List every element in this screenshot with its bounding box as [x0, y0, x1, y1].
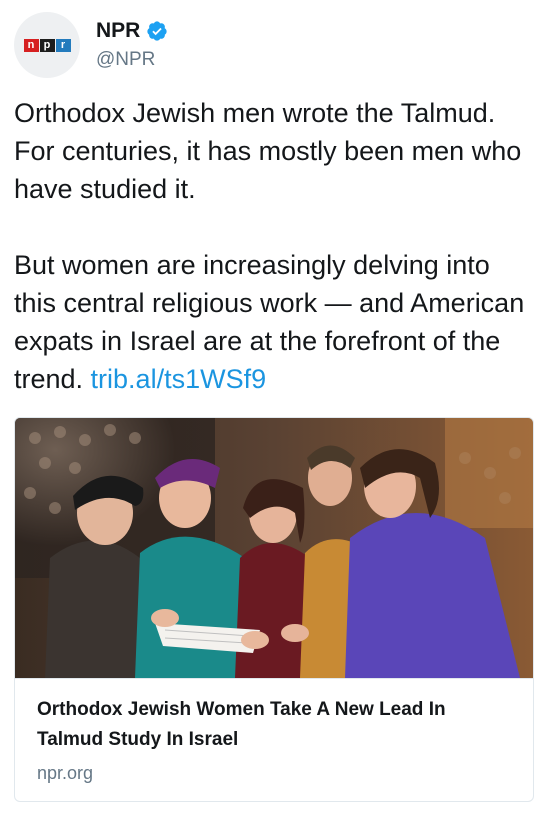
card-domain: npr.org: [37, 763, 94, 783]
tweet: n p r NPR @NPR Orthodox Jewish men wrote…: [0, 0, 548, 814]
npr-logo-letter: n: [23, 38, 39, 52]
tweet-text: Orthodox Jewish men wrote the Talmud. Fo…: [14, 94, 534, 398]
author-identity: NPR @NPR: [96, 19, 168, 71]
card-body: Orthodox Jewish Women Take A New Lead In…: [15, 678, 533, 801]
npr-logo-letter: p: [39, 38, 55, 52]
card-image[interactable]: [15, 418, 533, 678]
card-title[interactable]: Orthodox Jewish Women Take A New Lead In…: [37, 695, 511, 755]
tweet-paragraph: Orthodox Jewish men wrote the Talmud. Fo…: [14, 98, 529, 204]
npr-logo-letter: r: [55, 38, 71, 52]
author-display-name[interactable]: NPR: [96, 19, 140, 43]
verified-badge-icon: [147, 21, 167, 41]
name-row: NPR: [96, 19, 168, 43]
npr-logo: n p r: [23, 38, 71, 52]
avatar[interactable]: n p r: [14, 12, 80, 78]
link-card[interactable]: Orthodox Jewish Women Take A New Lead In…: [14, 417, 534, 802]
author-handle[interactable]: @NPR: [96, 49, 168, 71]
tweet-link[interactable]: trib.al/ts1WSf9: [91, 364, 267, 394]
tweet-header: n p r NPR @NPR: [14, 10, 168, 80]
tweet-paragraph: But women are increasingly delving into …: [14, 246, 534, 398]
